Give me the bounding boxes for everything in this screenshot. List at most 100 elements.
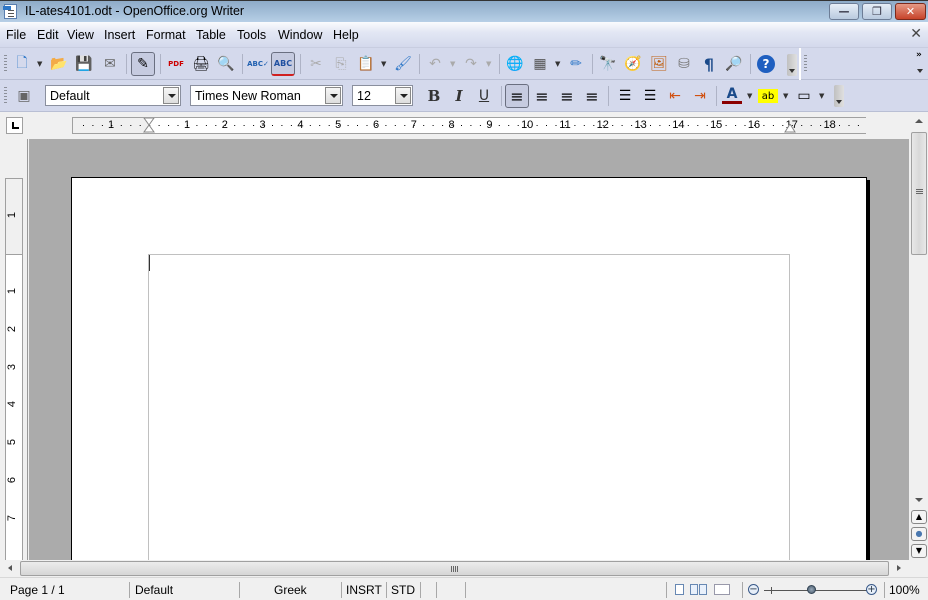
menu-tools[interactable]: Tools [237, 28, 266, 42]
new-document-icon[interactable]: 🗋 [12, 54, 32, 74]
book-view-icon[interactable] [714, 584, 730, 595]
export-pdf-icon[interactable]: PDF [166, 54, 186, 74]
indent-marker-right[interactable] [784, 124, 796, 133]
indent-marker-left[interactable] [143, 118, 155, 133]
formatting-marks-icon[interactable]: ¶ [699, 54, 719, 74]
font-name-select[interactable]: Times New Roman [190, 85, 343, 106]
paste-dropdown-arrow[interactable]: ▼ [381, 60, 386, 68]
chevron-down-icon[interactable] [395, 87, 411, 104]
scroll-down-icon[interactable] [913, 494, 925, 508]
paragraph-style-select[interactable]: Default [45, 85, 181, 106]
zoom-slider-handle[interactable] [807, 585, 816, 594]
bold-button[interactable]: B [424, 86, 444, 106]
multi-page-view-icon[interactable] [690, 584, 698, 595]
open-icon[interactable]: 📂 [49, 54, 69, 74]
spellcheck-icon[interactable]: ABC✓ [247, 54, 269, 74]
menu-help[interactable]: Help [333, 28, 359, 42]
increase-indent-button[interactable]: ⇥ [690, 86, 710, 106]
print-icon[interactable]: 🖨 [191, 54, 211, 74]
menu-window[interactable]: Window [278, 28, 322, 42]
align-center-button[interactable]: ≡ [532, 86, 552, 106]
menu-insert[interactable]: Insert [104, 28, 135, 42]
document-page[interactable] [71, 177, 867, 560]
table-icon[interactable]: ▦ [530, 54, 550, 74]
horizontal-scrollbar[interactable] [0, 560, 910, 577]
vertical-scrollbar[interactable]: ▲ ● ▼ [910, 112, 928, 560]
navigator-icon[interactable]: 🧭 [623, 54, 643, 74]
vertical-scroll-thumb[interactable] [911, 132, 927, 255]
zoom-out-button[interactable]: − [748, 584, 759, 595]
cut-icon[interactable]: ✂ [306, 54, 326, 74]
redo-dropdown-arrow[interactable]: ▼ [486, 60, 491, 68]
restore-button[interactable]: ❐ [862, 3, 892, 20]
justify-button[interactable]: ≡ [582, 86, 602, 106]
copy-icon[interactable]: ⎘ [331, 54, 351, 74]
close-document-icon[interactable]: ✕ [910, 26, 922, 42]
help-icon[interactable]: ? [757, 55, 775, 73]
underline-button[interactable]: U [474, 86, 494, 106]
gallery-icon[interactable]: 🖼 [649, 54, 669, 74]
highlight-dropdown-arrow[interactable]: ▼ [783, 92, 788, 100]
toolbar-grip[interactable] [4, 55, 7, 73]
close-button[interactable]: ✕ [895, 3, 926, 20]
find-replace-icon[interactable]: 🔭 [598, 54, 618, 74]
navigation-button[interactable]: ● [911, 527, 927, 541]
vertical-ruler[interactable]: 1 1 2 3 4 5 6 7 [5, 178, 23, 560]
scroll-right-icon[interactable] [893, 563, 905, 574]
single-page-view-icon[interactable] [675, 584, 684, 595]
zoom-in-button[interactable]: + [866, 584, 877, 595]
clone-formatting-icon[interactable]: 🖌 [393, 54, 413, 74]
save-icon[interactable]: 💾 [74, 54, 94, 74]
font-color-dropdown-arrow[interactable]: ▼ [747, 92, 752, 100]
new-dropdown-arrow[interactable]: ▼ [37, 60, 42, 68]
italic-button[interactable]: I [449, 86, 469, 106]
bullets-button[interactable]: ☰ [640, 86, 660, 106]
menu-edit[interactable]: Edit [37, 28, 59, 42]
email-icon[interactable]: ✉ [100, 54, 120, 74]
font-color-button[interactable]: A [722, 86, 742, 104]
next-page-button[interactable]: ▼ [911, 544, 927, 558]
autospellcheck-icon[interactable]: ABC [271, 52, 295, 76]
horizontal-scroll-thumb[interactable] [20, 561, 889, 576]
background-dropdown-arrow[interactable]: ▼ [819, 92, 824, 100]
menu-format[interactable]: Format [146, 28, 186, 42]
hyperlink-icon[interactable]: 🌐 [505, 54, 525, 74]
toolbar-overflow-button[interactable] [787, 54, 797, 76]
insert-mode-indicator[interactable]: INSRT [346, 583, 382, 597]
menu-view[interactable]: View [67, 28, 94, 42]
toolbar-grip[interactable] [804, 55, 807, 73]
draw-functions-icon[interactable]: ✏ [566, 54, 586, 74]
menu-table[interactable]: Table [196, 28, 226, 42]
page-indicator[interactable]: Page 1 / 1 [10, 583, 65, 597]
text-body-area[interactable] [148, 254, 790, 560]
undo-icon[interactable]: ↶ [425, 54, 445, 74]
toolbar-grip[interactable] [4, 87, 7, 105]
data-sources-icon[interactable]: ⛁ [674, 54, 694, 74]
toolbar-overflow-button[interactable] [834, 85, 844, 107]
zoom-icon[interactable]: 🔎 [724, 54, 744, 74]
align-left-button[interactable]: ≡ [505, 84, 529, 108]
font-size-select[interactable]: 12 [352, 85, 413, 106]
page-preview-icon[interactable]: 🔍 [216, 54, 236, 74]
zoom-level[interactable]: 100% [889, 583, 920, 597]
scroll-up-icon[interactable] [913, 115, 925, 129]
minimize-button[interactable]: — [829, 3, 859, 20]
table-dropdown-arrow[interactable]: ▼ [555, 60, 560, 68]
highlight-button[interactable]: ab [758, 89, 778, 103]
tab-stop-selector[interactable] [6, 117, 23, 134]
selection-mode-indicator[interactable]: STD [391, 583, 415, 597]
undo-dropdown-arrow[interactable]: ▼ [450, 60, 455, 68]
decrease-indent-button[interactable]: ⇤ [665, 86, 685, 106]
background-color-button[interactable]: ▭ [794, 86, 814, 106]
redo-icon[interactable]: ↷ [461, 54, 481, 74]
menu-file[interactable]: File [6, 28, 26, 42]
previous-page-button[interactable]: ▲ [911, 510, 927, 524]
chevron-down-icon[interactable] [325, 87, 341, 104]
styles-formatting-icon[interactable]: ▣ [14, 86, 34, 106]
document-workspace[interactable] [29, 139, 909, 560]
chevron-down-icon[interactable] [163, 87, 179, 104]
page-style-indicator[interactable]: Default [135, 583, 173, 597]
numbering-button[interactable]: ☰ [615, 86, 635, 106]
align-right-button[interactable]: ≡ [557, 86, 577, 106]
edit-file-icon[interactable]: ✎ [131, 52, 155, 76]
